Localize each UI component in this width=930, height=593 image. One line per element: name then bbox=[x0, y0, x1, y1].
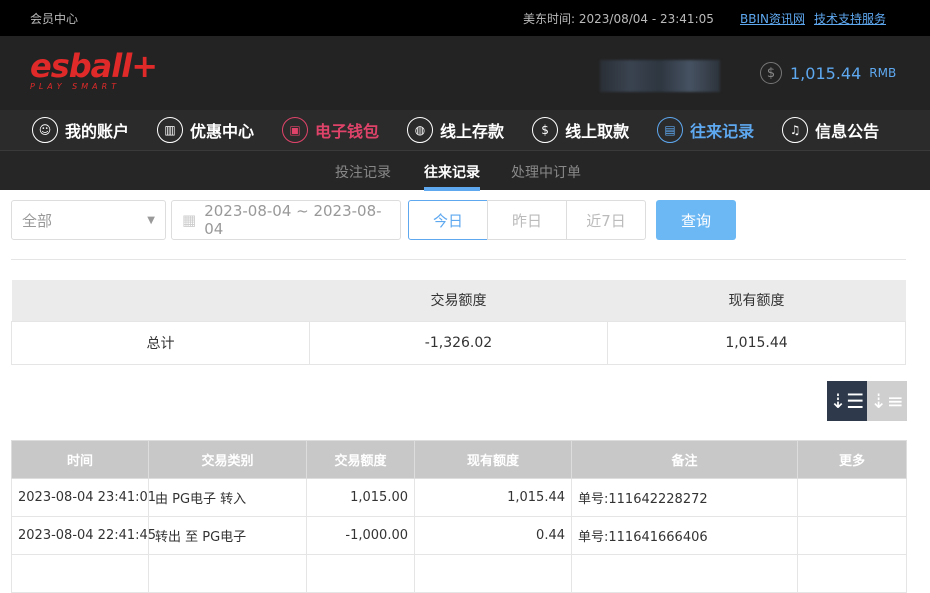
summary-amount: -1,326.02 bbox=[309, 320, 608, 365]
last-7-days-button[interactable]: 近7日 bbox=[566, 200, 646, 240]
cell-amount: 1,015.00 bbox=[306, 478, 415, 517]
cell-time: 2023-08-04 23:41:01 bbox=[11, 478, 156, 517]
sort-ascending-button[interactable]: ⇣≡ bbox=[867, 381, 907, 421]
summary-header: 交易额度 bbox=[309, 280, 608, 321]
user-icon: ☺ bbox=[32, 117, 58, 143]
date-range-value: 2023-08-04 ~ 2023-08-04 bbox=[204, 202, 382, 238]
member-center-title: 会员中心 bbox=[30, 12, 79, 26]
cell-type: 由 PG电子 转入 bbox=[148, 478, 307, 517]
nav-label: 电子钱包 bbox=[315, 122, 380, 141]
nav-label: 往来记录 bbox=[690, 122, 755, 141]
sort-asc-icon: ⇣≡ bbox=[870, 389, 904, 413]
col-header-type: 交易类别 bbox=[148, 440, 307, 479]
deposit-icon: ◍ bbox=[407, 117, 434, 143]
sub-nav: 投注记录 往来记录 处理中订单 bbox=[0, 150, 930, 191]
yesterday-button[interactable]: 昨日 bbox=[487, 200, 567, 240]
col-header-amount: 交易额度 bbox=[306, 440, 415, 479]
logo[interactable]: esball+ PLAY SMART bbox=[30, 47, 158, 92]
col-header-more: 更多 bbox=[797, 440, 907, 479]
cell-remarks: 单号:111641666406 bbox=[571, 516, 798, 555]
type-select-value: 全部 bbox=[22, 211, 53, 230]
cell-balance: 0.44 bbox=[414, 516, 572, 555]
cell-remarks: 单号:111642228272 bbox=[571, 478, 798, 517]
nav-label: 信息公告 bbox=[815, 122, 880, 141]
type-select[interactable]: 全部 ▼ bbox=[11, 200, 166, 240]
tab-pending-orders[interactable]: 处理中订单 bbox=[511, 162, 581, 182]
cell-time: 2023-08-04 22:41:45 bbox=[11, 516, 156, 555]
top-bar: 会员中心 美东时间: 2023/08/04 - 23:41:05 BBIN资讯网… bbox=[0, 0, 930, 36]
nav-label: 优惠中心 bbox=[190, 122, 255, 141]
col-header-time: 时间 bbox=[11, 440, 149, 479]
eastern-time: 美东时间: 2023/08/04 - 23:41:05 bbox=[523, 12, 714, 26]
balance-display: $ 1,015.44 RMB bbox=[760, 62, 896, 84]
today-button[interactable]: 今日 bbox=[408, 200, 488, 240]
table-row: 2023-08-04 23:41:01 由 PG电子 转入 1,015.00 1… bbox=[11, 478, 907, 517]
records-icon: ▤ bbox=[657, 117, 684, 143]
withdraw-icon: $ bbox=[532, 117, 559, 143]
nav-e-wallet[interactable]: ▣ 电子钱包 bbox=[282, 117, 379, 143]
query-button[interactable]: 查询 bbox=[656, 200, 736, 240]
logo-text: esball+ bbox=[30, 47, 158, 85]
tab-transaction-records[interactable]: 往来记录 bbox=[424, 162, 480, 182]
blurred-username bbox=[600, 60, 720, 92]
nav-records[interactable]: ▤ 往来记录 bbox=[657, 117, 754, 143]
divider bbox=[11, 259, 906, 260]
sort-desc-icon: ⇣☰ bbox=[829, 389, 865, 413]
coin-icon: $ bbox=[760, 62, 782, 84]
currency: RMB bbox=[869, 66, 897, 80]
summary-balance: 1,015.44 bbox=[607, 320, 906, 365]
cell-type: 转出 至 PG电子 bbox=[148, 516, 307, 555]
tab-bet-records[interactable]: 投注记录 bbox=[335, 162, 391, 182]
summary-table: 交易额度 现有额度 总计 -1,326.02 1,015.44 bbox=[11, 280, 906, 365]
tech-support-link[interactable]: 技术支持服务 bbox=[814, 10, 886, 27]
balance-amount: 1,015.44 bbox=[790, 63, 862, 83]
date-range-input[interactable]: ▦ 2023-08-04 ~ 2023-08-04 bbox=[171, 200, 401, 240]
nav-promotions[interactable]: ▥ 优惠中心 bbox=[157, 117, 254, 143]
cell-balance: 1,015.44 bbox=[414, 478, 572, 517]
wallet-icon: ▣ bbox=[282, 117, 309, 143]
gift-icon: ▥ bbox=[157, 117, 184, 143]
header: esball+ PLAY SMART $ 1,015.44 RMB bbox=[0, 36, 930, 110]
nav-label: 线上存款 bbox=[440, 122, 505, 141]
active-tab-indicator bbox=[424, 187, 480, 191]
nav-label: 线上取款 bbox=[565, 122, 630, 141]
summary-total-label: 总计 bbox=[11, 320, 310, 365]
col-header-balance: 现有额度 bbox=[414, 440, 572, 479]
bell-icon: ♫ bbox=[782, 117, 809, 143]
summary-header: 现有额度 bbox=[607, 280, 906, 321]
nav-my-account[interactable]: ☺ 我的账户 bbox=[32, 117, 129, 143]
summary-header bbox=[11, 280, 310, 321]
nav-deposit[interactable]: ◍ 线上存款 bbox=[407, 117, 504, 143]
table-row bbox=[11, 554, 907, 593]
main-nav: ☺ 我的账户 ▥ 优惠中心 ▣ 电子钱包 ◍ 线上存款 $ 线上取款 ▤ 往来记录 ♫ 信息公… bbox=[0, 110, 930, 150]
chevron-down-icon: ▼ bbox=[147, 214, 155, 226]
nav-withdraw[interactable]: $ 线上取款 bbox=[532, 117, 629, 143]
col-header-remarks: 备注 bbox=[571, 440, 798, 479]
calendar-icon: ▦ bbox=[182, 211, 197, 229]
cell-amount: -1,000.00 bbox=[306, 516, 415, 555]
records-table: 时间 交易类别 交易额度 现有额度 备注 更多 2023-08-04 23:41… bbox=[11, 440, 907, 593]
nav-announcements[interactable]: ♫ 信息公告 bbox=[782, 117, 879, 143]
cell-more[interactable] bbox=[797, 478, 907, 517]
sort-descending-button[interactable]: ⇣☰ bbox=[827, 381, 867, 421]
bbin-news-link[interactable]: BBIN资讯网 bbox=[740, 10, 805, 27]
table-row: 2023-08-04 22:41:45 转出 至 PG电子 -1,000.00 … bbox=[11, 516, 907, 555]
cell-more[interactable] bbox=[797, 516, 907, 555]
nav-label: 我的账户 bbox=[65, 122, 130, 141]
